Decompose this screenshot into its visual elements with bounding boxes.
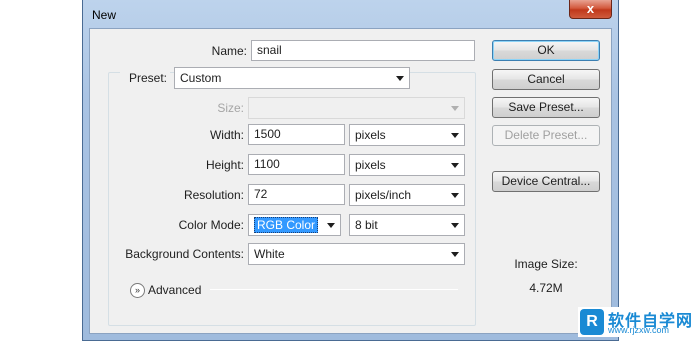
resolution-unit-select[interactable]: pixels/inch: [349, 184, 465, 206]
chevron-down-icon: [327, 223, 335, 228]
delete-preset-button[interactable]: Delete Preset...: [492, 125, 600, 146]
height-value: 1100: [254, 157, 280, 171]
chevron-down-icon: [451, 133, 459, 138]
background-contents-label: Background Contents:: [125, 247, 244, 261]
chevron-down-icon: [451, 193, 459, 198]
dialog-body: Name: snail Preset: Custom Size: Width: …: [89, 28, 612, 334]
chevron-down-icon: [451, 223, 459, 228]
ok-button[interactable]: OK: [492, 40, 600, 61]
watermark-url: www.rjzxw.com: [608, 325, 670, 335]
size-label: Size:: [217, 101, 244, 115]
height-unit-select[interactable]: pixels: [349, 154, 465, 176]
title-bar[interactable]: New x: [83, 0, 618, 28]
width-value: 1500: [254, 127, 281, 141]
watermark-logo-icon: R: [580, 309, 604, 335]
background-contents-select[interactable]: White: [248, 243, 465, 265]
resolution-value: 72: [254, 187, 268, 201]
preset-label: Preset:: [120, 71, 170, 85]
device-central-button[interactable]: Device Central...: [492, 171, 600, 192]
bit-depth-select[interactable]: 8 bit: [349, 214, 465, 236]
chevron-down-icon: [396, 76, 404, 81]
width-unit-select[interactable]: pixels: [349, 124, 465, 146]
height-unit: pixels: [355, 158, 386, 172]
height-label: Height:: [205, 158, 244, 172]
width-unit: pixels: [355, 128, 386, 142]
width-label: Width:: [209, 128, 244, 142]
resolution-label: Resolution:: [183, 188, 244, 202]
height-input[interactable]: 1100: [248, 154, 345, 175]
preset-select[interactable]: Custom: [174, 67, 410, 89]
preset-value: Custom: [180, 71, 222, 85]
advanced-divider: [210, 289, 458, 290]
chevron-down-icon: [451, 252, 459, 257]
background-contents-value: White: [254, 247, 285, 261]
save-preset-button[interactable]: Save Preset...: [492, 97, 600, 118]
advanced-label[interactable]: Advanced: [148, 283, 201, 297]
close-button[interactable]: x: [569, 0, 612, 19]
site-watermark: R 软件自学网 www.rjzxw.com: [578, 307, 698, 337]
color-mode-value: RGB Color: [254, 217, 319, 233]
name-label: Name:: [211, 44, 247, 58]
image-size-value: 4.72M: [529, 281, 563, 295]
advanced-toggle-icon[interactable]: »: [130, 283, 145, 298]
new-document-dialog: New x Name: snail Preset: Custom Size: W…: [82, 0, 619, 341]
chevron-down-icon: [451, 163, 459, 168]
size-select[interactable]: [248, 97, 465, 119]
bit-depth-value: 8 bit: [355, 218, 378, 232]
resolution-input[interactable]: 72: [248, 184, 345, 205]
chevron-down-icon: [451, 106, 459, 111]
color-mode-label: Color Mode:: [178, 218, 244, 232]
name-value: snail: [257, 43, 282, 57]
close-icon: x: [586, 1, 595, 16]
name-input[interactable]: snail: [251, 40, 475, 61]
resolution-unit: pixels/inch: [355, 188, 412, 202]
image-size-label: Image Size:: [514, 257, 578, 271]
width-input[interactable]: 1500: [248, 124, 345, 145]
cancel-button[interactable]: Cancel: [492, 69, 600, 90]
color-mode-select[interactable]: RGB Color: [248, 214, 341, 236]
window-title: New: [92, 8, 117, 22]
